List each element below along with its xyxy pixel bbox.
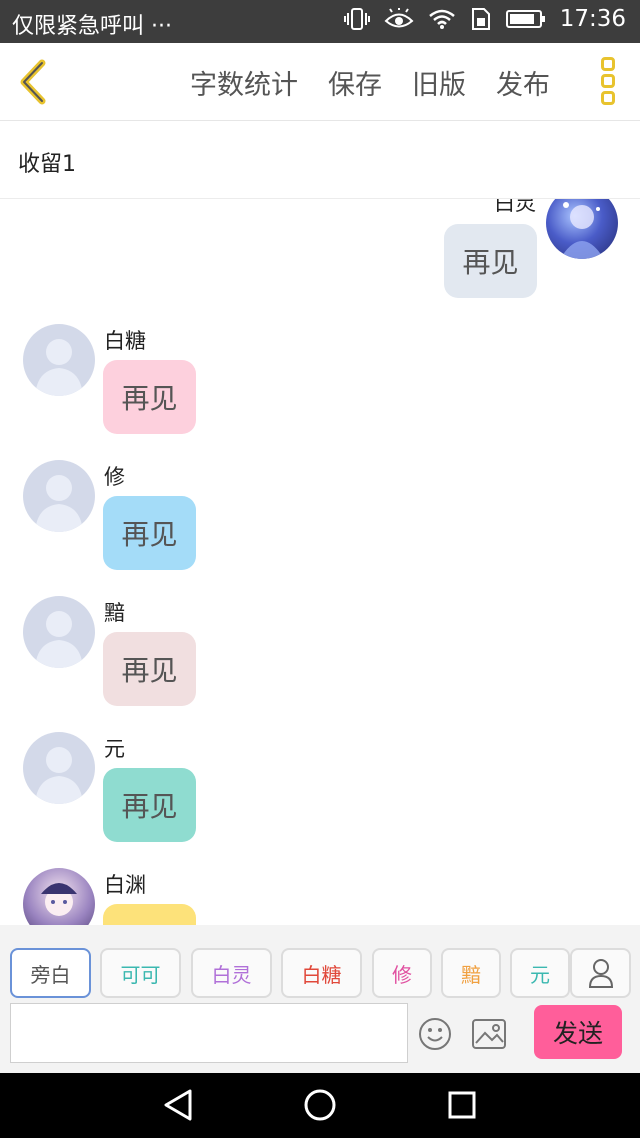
carrier-text: 仅限紧急呼叫 ··· <box>12 14 172 39</box>
message-input[interactable] <box>10 1003 408 1063</box>
chapter-title-bar[interactable]: 收留1 <box>0 121 640 199</box>
message-sender-name: 修 <box>104 465 125 489</box>
role-tab-keke[interactable]: 可可 <box>100 948 181 998</box>
publish-button[interactable]: 发布 <box>496 63 550 102</box>
anime-avatar-blue[interactable] <box>546 199 618 259</box>
nav-recent-icon[interactable] <box>442 1085 482 1125</box>
image-icon[interactable] <box>472 1019 506 1049</box>
chapter-title: 收留1 <box>18 152 76 177</box>
more-vertical-icon[interactable] <box>598 57 618 107</box>
role-selector: 旁白 可可 白灵 白糖 修 黯 元 <box>10 948 632 998</box>
role-tab-baitang[interactable]: 白糖 <box>281 948 362 998</box>
default-avatar[interactable] <box>23 596 95 668</box>
user-icon[interactable] <box>570 948 631 998</box>
role-tab-an[interactable]: 黯 <box>441 948 501 998</box>
message-bubble[interactable]: 再见 <box>103 632 196 706</box>
message-bubble[interactable]: 再见 <box>103 360 196 434</box>
battery-icon <box>505 10 545 28</box>
message-sender-name: 黯 <box>104 601 125 625</box>
send-button[interactable]: 发送 <box>534 1005 622 1059</box>
status-bar: 仅限紧急呼叫 ··· 17:36 <box>0 0 640 43</box>
emoji-icon[interactable] <box>418 1017 452 1051</box>
eye-icon <box>384 8 414 28</box>
word-count-button[interactable]: 字数统计 <box>190 63 298 102</box>
message-sender-name: 白渊 <box>104 873 146 897</box>
system-nav-bar <box>0 1073 640 1138</box>
anime-avatar-purple[interactable] <box>23 868 95 925</box>
message-sender-name: 白糖 <box>104 329 146 353</box>
chevron-left-icon[interactable] <box>14 57 54 107</box>
message-bubble[interactable]: 再见 <box>103 768 196 842</box>
chat-list[interactable]: 白灵 再见 白糖 再见 修 再见 黯 再见 元 再见 白渊 <box>0 199 640 925</box>
message-bubble[interactable] <box>103 904 196 925</box>
role-tab-bailing[interactable]: 白灵 <box>191 948 272 998</box>
nav-back-icon[interactable] <box>158 1085 198 1125</box>
nav-home-icon[interactable] <box>300 1085 340 1125</box>
save-button[interactable]: 保存 <box>328 63 382 102</box>
wifi-icon <box>428 9 455 29</box>
message-sender-name: 白灵 <box>494 199 536 215</box>
vibrate-icon <box>343 8 370 30</box>
role-tab-yuan[interactable]: 元 <box>510 948 570 998</box>
clock: 17:36 <box>559 6 626 32</box>
message-bubble[interactable]: 再见 <box>444 224 537 298</box>
message-sender-name: 元 <box>104 737 125 761</box>
default-avatar[interactable] <box>23 732 95 804</box>
editor-toolbar: 字数统计 保存 旧版 发布 <box>0 43 640 121</box>
default-avatar[interactable] <box>23 324 95 396</box>
role-tab-xiu[interactable]: 修 <box>372 948 432 998</box>
sim-icon <box>471 8 490 30</box>
composer: 旁白 可可 白灵 白糖 修 黯 元 发送 <box>0 925 640 1073</box>
role-tab-narrator[interactable]: 旁白 <box>10 948 91 998</box>
default-avatar[interactable] <box>23 460 95 532</box>
old-version-button[interactable]: 旧版 <box>412 63 466 102</box>
message-bubble[interactable]: 再见 <box>103 496 196 570</box>
